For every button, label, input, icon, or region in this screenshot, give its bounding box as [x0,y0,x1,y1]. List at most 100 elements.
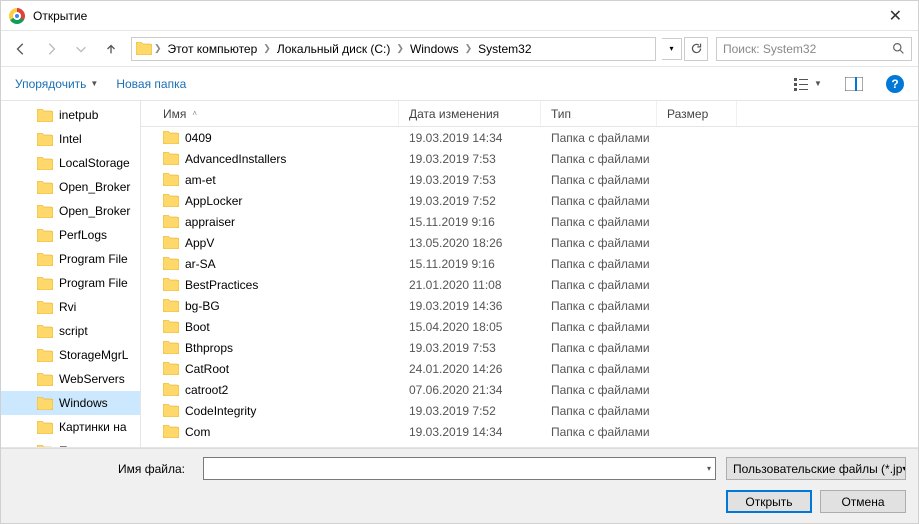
chevron-right-icon: ❯ [396,43,404,54]
tree-item[interactable]: Intel [1,127,140,151]
file-type: Папка с файлами [541,152,657,166]
folder-icon [37,373,53,386]
file-row[interactable]: am-et19.03.2019 7:53Папка с файлами [141,169,918,190]
file-name: appraiser [185,215,235,229]
tree-item[interactable]: Пользовател [1,439,140,447]
filename-label: Имя файла: [13,462,193,476]
dialog-body: inetpubIntelLocalStorageOpen_BrokerOpen_… [1,101,918,448]
tree-item-label: Картинки на [59,420,127,434]
file-row[interactable]: ar-SA15.11.2019 9:16Папка с файлами [141,253,918,274]
breadcrumb-item[interactable]: Windows [406,40,463,58]
file-date: 15.04.2020 18:05 [399,320,541,334]
cancel-button[interactable]: Отмена [820,490,906,513]
col-name[interactable]: Имя˄ [141,101,399,126]
up-button[interactable] [97,35,125,63]
tree-item[interactable]: Program File [1,271,140,295]
organize-menu[interactable]: Упорядочить▼ [15,77,98,91]
column-headers: Имя˄ Дата изменения Тип Размер [141,101,918,127]
forward-button[interactable] [37,35,65,63]
search-input[interactable]: Поиск: System32 [716,37,912,61]
chevron-right-icon: ❯ [263,43,271,54]
folder-icon [163,299,179,312]
tree-item-label: Пользовател [59,444,131,447]
folder-icon [163,278,179,291]
file-row[interactable]: appraiser15.11.2019 9:16Папка с файлами [141,211,918,232]
tree-item[interactable]: PerfLogs [1,223,140,247]
file-row[interactable]: catroot207.06.2020 21:34Папка с файлами [141,379,918,400]
open-button[interactable]: Открыть [726,490,812,513]
navbar: ❯ Этот компьютер ❯ Локальный диск (C:) ❯… [1,31,918,67]
file-date: 19.03.2019 7:52 [399,404,541,418]
file-row[interactable]: Bthprops19.03.2019 7:53Папка с файлами [141,337,918,358]
folder-icon [37,397,53,410]
tree-item[interactable]: LocalStorage [1,151,140,175]
tree-item[interactable]: Windows [1,391,140,415]
nav-tree[interactable]: inetpubIntelLocalStorageOpen_BrokerOpen_… [1,101,141,447]
help-button[interactable]: ? [886,75,904,93]
folder-icon [163,152,179,165]
file-row[interactable]: CodeIntegrity19.03.2019 7:52Папка с файл… [141,400,918,421]
file-type: Папка с файлами [541,194,657,208]
tree-item-label: Rvi [59,300,76,314]
folder-icon [163,194,179,207]
col-date[interactable]: Дата изменения [399,101,541,126]
file-type: Папка с файлами [541,131,657,145]
file-type: Папка с файлами [541,278,657,292]
address-dropdown[interactable]: ▾ [662,38,682,60]
breadcrumb-item[interactable]: System32 [474,40,535,58]
file-row[interactable]: Boot15.04.2020 18:05Папка с файлами [141,316,918,337]
file-date: 19.03.2019 14:36 [399,299,541,313]
file-row[interactable]: CatRoot24.01.2020 14:26Папка с файлами [141,358,918,379]
breadcrumb-item[interactable]: Локальный диск (C:) [273,40,395,58]
folder-icon [37,109,53,122]
file-name: Com [185,425,210,439]
refresh-button[interactable] [684,37,708,61]
file-type: Папка с файлами [541,425,657,439]
tree-item[interactable]: StorageMgrL [1,343,140,367]
tree-item[interactable]: Rvi [1,295,140,319]
tree-item[interactable]: Картинки на [1,415,140,439]
file-row[interactable]: AppLocker19.03.2019 7:52Папка с файлами [141,190,918,211]
view-options-button[interactable]: ▼ [794,72,822,96]
file-row[interactable]: AdvancedInstallers19.03.2019 7:53Папка с… [141,148,918,169]
folder-icon [37,253,53,266]
file-row[interactable]: BestPractices21.01.2020 11:08Папка с фай… [141,274,918,295]
folder-icon [163,320,179,333]
tree-item[interactable]: WebServers [1,367,140,391]
col-type[interactable]: Тип [541,101,657,126]
filetype-select[interactable]: Пользовательские файлы (*.jp▾ [726,457,906,480]
file-date: 07.06.2020 21:34 [399,383,541,397]
folder-icon [37,349,53,362]
file-row[interactable]: bg-BG19.03.2019 14:36Папка с файлами [141,295,918,316]
file-date: 19.03.2019 7:53 [399,152,541,166]
preview-pane-button[interactable] [840,72,868,96]
file-date: 19.03.2019 14:34 [399,425,541,439]
new-folder-button[interactable]: Новая папка [116,77,186,91]
file-row[interactable]: 040919.03.2019 14:34Папка с файлами [141,127,918,148]
command-bar: Упорядочить▼ Новая папка ▼ ? [1,67,918,101]
file-type: Папка с файлами [541,215,657,229]
file-type: Папка с файлами [541,173,657,187]
folder-icon [163,425,179,438]
file-row[interactable]: AppV13.05.2020 18:26Папка с файлами [141,232,918,253]
tree-item-label: PerfLogs [59,228,107,242]
tree-item[interactable]: script [1,319,140,343]
filename-input[interactable]: ▾ [203,457,716,480]
col-size[interactable]: Размер [657,101,737,126]
close-button[interactable]: ✕ [881,2,910,30]
file-rows: 040919.03.2019 14:34Папка с файламиAdvan… [141,127,918,447]
tree-item[interactable]: Program File [1,247,140,271]
folder-icon [163,341,179,354]
folder-icon [136,42,152,55]
back-button[interactable] [7,35,35,63]
tree-item[interactable]: Open_Broker [1,175,140,199]
file-row[interactable]: Com 19.03.2019 14:34Папка с файлами [141,421,918,442]
breadcrumb-item[interactable]: Этот компьютер [164,40,262,58]
recent-dropdown[interactable] [67,35,95,63]
tree-item[interactable]: inetpub [1,103,140,127]
breadcrumb-bar[interactable]: ❯ Этот компьютер ❯ Локальный диск (C:) ❯… [131,37,656,61]
file-date: 19.03.2019 14:34 [399,131,541,145]
tree-item[interactable]: Open_Broker [1,199,140,223]
file-date: 21.01.2020 11:08 [399,278,541,292]
folder-icon [37,277,53,290]
